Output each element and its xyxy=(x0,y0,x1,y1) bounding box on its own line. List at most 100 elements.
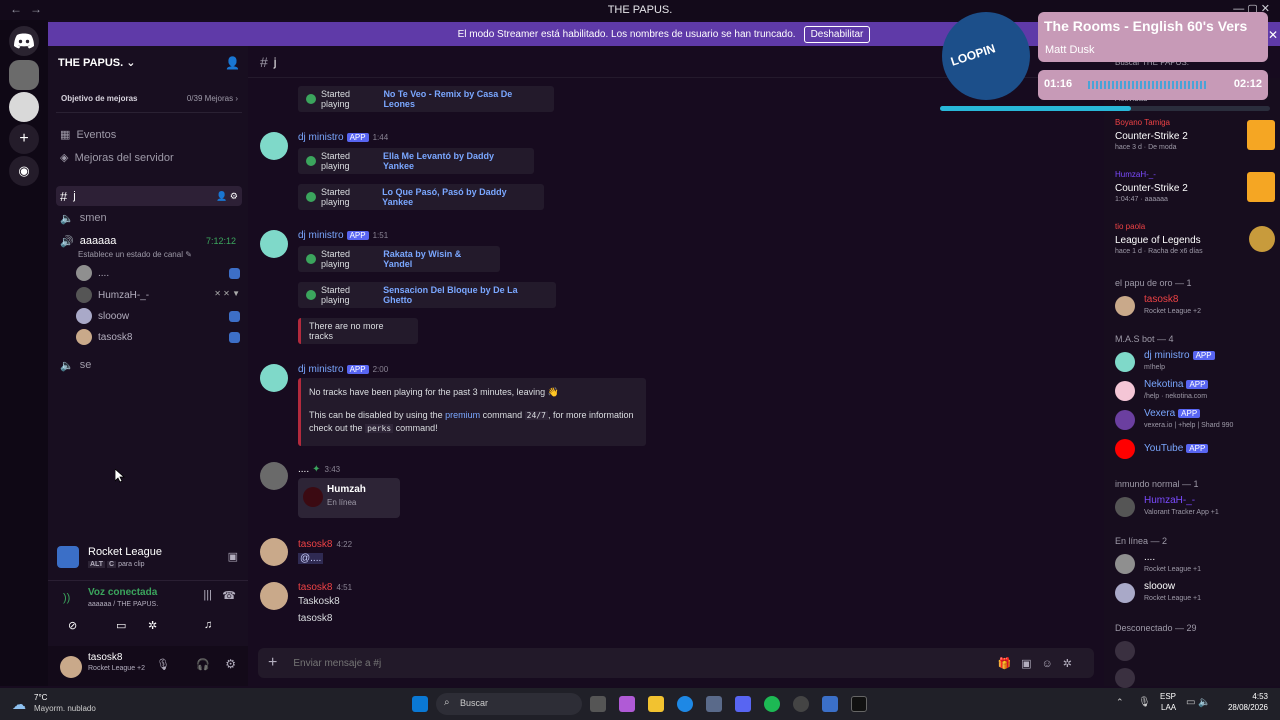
avatar xyxy=(303,487,323,507)
member-section-title: inmundo normal — 1 xyxy=(1115,479,1199,489)
epic-games-icon[interactable] xyxy=(851,696,867,712)
store-icon[interactable] xyxy=(706,696,722,712)
tray-mic-icon[interactable]: 🎙 xyxy=(1138,697,1151,708)
disable-streamer-button[interactable]: Deshabilitar xyxy=(803,25,871,43)
settings-gear-icon[interactable]: ⚙ xyxy=(225,657,236,671)
discord-home-icon[interactable] xyxy=(9,26,39,56)
message-composer: + 🎁▣☺✲ xyxy=(258,648,1094,678)
add-server-icon[interactable]: + xyxy=(9,124,39,154)
author-avatar[interactable] xyxy=(260,364,288,392)
track-embed: Started playing Sensacion Del Bloque by … xyxy=(298,282,556,308)
member-row[interactable]: slooow Rocket League +1 xyxy=(1115,579,1275,607)
server-icon-other[interactable] xyxy=(9,92,39,122)
rocket-league-icon[interactable] xyxy=(822,696,838,712)
server-icon-papus[interactable] xyxy=(9,60,39,90)
language-code[interactable]: ESP xyxy=(1160,692,1176,701)
member-row[interactable]: HumzaH-_- Valorant Tracker App +1 xyxy=(1115,493,1275,521)
member-row[interactable]: dj ministro APP m!help xyxy=(1115,348,1275,376)
author-avatar[interactable] xyxy=(260,230,288,258)
premium-link[interactable]: premium xyxy=(445,410,480,420)
server-rail: + ◉ xyxy=(0,20,48,686)
user-name[interactable]: tasosk8 xyxy=(88,652,122,663)
voice-user[interactable]: tasosk8 xyxy=(76,328,132,346)
offline-avatar[interactable] xyxy=(1115,641,1135,661)
track-embed: Started playing No Te Veo - Remix by Cas… xyxy=(298,86,554,112)
member-list: Buscar THE PAPUS. Actividad Boyano Tamig… xyxy=(1104,58,1280,688)
activity-card[interactable]: HumzaH-_- Counter-Strike 2 1:04:47 · aaa… xyxy=(1115,170,1275,204)
clock-time[interactable]: 4:53 xyxy=(1226,692,1268,701)
attach-plus-icon[interactable]: + xyxy=(268,654,277,672)
now-playing-overlay: LOOPIN The Rooms - English 60's Vers Mat… xyxy=(940,8,1280,116)
author-avatar[interactable] xyxy=(260,538,288,566)
taskbar-search[interactable]: ⌕ Buscar xyxy=(436,693,582,715)
headphones-icon[interactable]: 🎧 xyxy=(196,658,210,671)
author-avatar[interactable] xyxy=(260,132,288,160)
discord-icon[interactable] xyxy=(735,696,751,712)
activities-icon[interactable]: ✲ xyxy=(148,619,157,632)
speaker-icon: 🔈 xyxy=(60,359,74,372)
boost-goal-progress[interactable]: 0/39 Mejoras › xyxy=(187,94,238,103)
message-input[interactable] xyxy=(293,657,894,669)
obs-icon[interactable] xyxy=(793,696,809,712)
channel-j[interactable]: # j 👤 ⚙ xyxy=(56,186,242,206)
copilot-icon[interactable] xyxy=(619,696,635,712)
check-icon xyxy=(306,156,316,166)
voice-user[interactable]: .... xyxy=(76,264,109,282)
spotify-icon[interactable] xyxy=(764,696,780,712)
speaker-icon: 🔈 xyxy=(60,212,74,225)
signal-icon: )) xyxy=(63,592,71,604)
author-avatar[interactable] xyxy=(260,462,288,490)
avatar xyxy=(1115,410,1135,430)
avatar xyxy=(1115,583,1135,603)
clock-date[interactable]: 28/08/2026 xyxy=(1226,703,1268,712)
channel-aaaaaa[interactable]: 🔊 aaaaaa 7:12:12 xyxy=(56,231,242,251)
voice-location[interactable]: aaaaaa / THE PAPUS. xyxy=(88,601,158,608)
member-row[interactable]: YouTube APP xyxy=(1115,435,1275,463)
clip-icon[interactable]: ▣ xyxy=(228,550,238,563)
member-row[interactable]: Nekotina APP /help · nekotina.com xyxy=(1115,377,1275,405)
channel-se[interactable]: 🔈 se xyxy=(56,355,242,375)
activity-card[interactable]: tio paola League of Legends hace 1 d · R… xyxy=(1115,222,1275,256)
invite-icon[interactable]: 👤 xyxy=(225,56,240,70)
avatar xyxy=(76,287,92,303)
user-avatar[interactable] xyxy=(60,656,82,678)
explore-icon[interactable]: ◉ xyxy=(9,156,39,186)
network-volume-icons[interactable]: ▭ 🔈 xyxy=(1186,697,1211,708)
disconnect-icon[interactable]: ☎ xyxy=(222,589,236,602)
tray-chevron-icon[interactable]: ⌃ xyxy=(1116,697,1124,708)
avatar xyxy=(76,265,92,281)
channel-smen[interactable]: 🔈 smen xyxy=(56,208,242,228)
voice-connection-panel: )) Voz conectada aaaaaa / THE PAPUS. |||… xyxy=(48,580,248,642)
voice-user[interactable]: slooow xyxy=(76,307,129,325)
game-name: Rocket League xyxy=(88,546,162,558)
camera-off-icon[interactable]: ⊘ xyxy=(68,619,77,632)
composer-icons[interactable]: 🎁▣☺✲ xyxy=(997,657,1082,670)
voice-user[interactable]: HumzaH-_- xyxy=(76,286,149,304)
soundboard-icon[interactable]: ♫ xyxy=(204,619,212,631)
offline-avatar[interactable] xyxy=(1115,668,1135,688)
channel-settings-icon[interactable]: 👤 ⚙ xyxy=(216,191,238,202)
microphone-icon[interactable]: 🎙 xyxy=(156,658,170,671)
avatar xyxy=(76,329,92,345)
member-row[interactable]: .... Rocket League +1 xyxy=(1115,550,1275,578)
game-badge-icon: ✦ xyxy=(312,464,321,475)
task-view-icon[interactable] xyxy=(590,696,606,712)
message-header: tasosk8 4:51 xyxy=(298,582,353,593)
server-name[interactable]: THE PAPUS. ⌄ xyxy=(58,56,135,69)
screen-share-icon[interactable]: ▭ xyxy=(116,619,126,632)
weather-icon[interactable]: ☁ xyxy=(12,696,26,713)
edge-icon[interactable] xyxy=(677,696,693,712)
close-icon[interactable]: ✕ xyxy=(1268,28,1278,42)
profile-card[interactable]: Humzah En línea xyxy=(298,478,400,518)
noise-icon[interactable]: ||| xyxy=(203,589,212,601)
boosts-link[interactable]: ◈ Mejoras del servidor xyxy=(60,151,174,164)
member-row[interactable]: Vexera APP vexera.io | +help | Shard 990 xyxy=(1115,406,1275,434)
member-row[interactable]: tasosk8 Rocket League +2 xyxy=(1115,292,1275,320)
author-avatar[interactable] xyxy=(260,582,288,610)
keyboard-layout[interactable]: LAA xyxy=(1161,703,1176,712)
windows-start-icon[interactable] xyxy=(412,696,428,712)
file-explorer-icon[interactable] xyxy=(648,696,664,712)
set-channel-status[interactable]: Establece un estado de canal ✎ xyxy=(78,250,192,259)
activity-card[interactable]: Boyano Tamiga Counter-Strike 2 hace 3 d … xyxy=(1115,118,1275,152)
events-link[interactable]: ▦ Eventos xyxy=(60,128,116,141)
